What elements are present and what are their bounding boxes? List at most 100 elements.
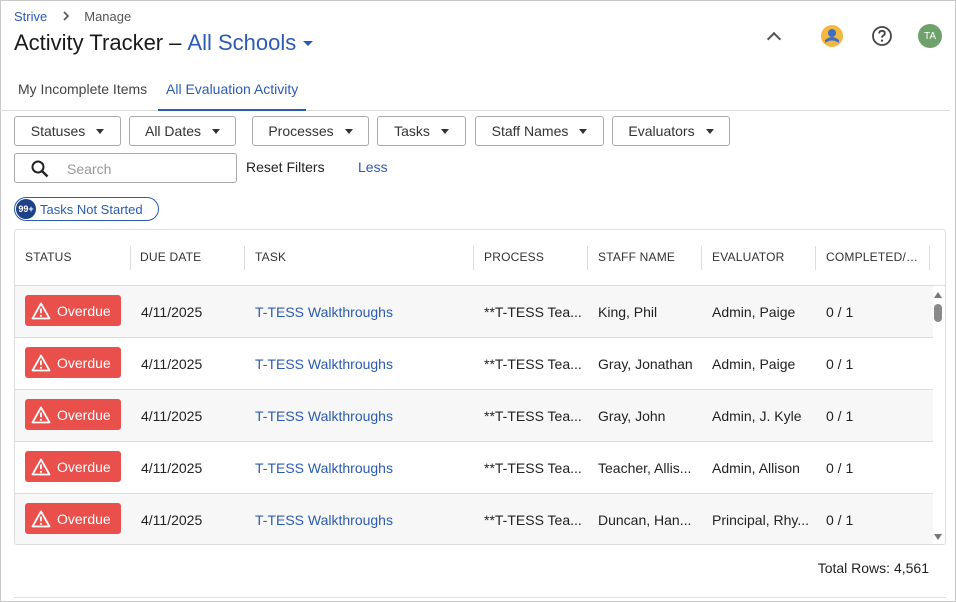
column-divider[interactable]	[244, 246, 245, 270]
caret-down-icon	[212, 128, 221, 134]
evaluator-cell: Principal, Rhy...	[712, 512, 809, 528]
process-cell: **T-TESS Tea...	[484, 512, 582, 528]
column-header-completed[interactable]: COMPLETED/RE...	[826, 230, 926, 286]
task-link[interactable]: T-TESS Walkthroughs	[255, 390, 465, 442]
help-button[interactable]	[868, 22, 896, 50]
table-row[interactable]: Overdue 4/11/2025 T-TESS Walkthroughs **…	[15, 390, 933, 442]
due-date-cell: 4/11/2025	[141, 460, 203, 476]
evaluator-cell: Admin, Allison	[712, 460, 800, 476]
count-badge: 99+	[16, 199, 36, 219]
due-date-cell: 4/11/2025	[141, 304, 203, 320]
breadcrumb-home-link[interactable]: Strive	[14, 9, 47, 24]
breadcrumb: Strive Manage	[14, 9, 131, 24]
scroll-down-arrow-icon[interactable]	[934, 534, 942, 540]
status-badge: Overdue	[25, 399, 121, 430]
status-text: Overdue	[57, 458, 111, 475]
tab-all-evaluation-activity[interactable]: All Evaluation Activity	[158, 72, 307, 111]
filter-label: Tasks	[394, 123, 430, 139]
status-badge: Overdue	[25, 347, 121, 378]
process-cell: **T-TESS Tea...	[484, 460, 582, 476]
warning-icon	[31, 354, 51, 371]
evaluator-cell: Admin, J. Kyle	[712, 408, 802, 424]
process-cell: **T-TESS Tea...	[484, 356, 582, 372]
completed-cell: 0 / 1	[826, 356, 854, 372]
badge-icon	[821, 25, 843, 47]
dates-filter-button[interactable]: All Dates	[129, 116, 236, 146]
staff-names-filter-button[interactable]: Staff Names	[475, 116, 604, 146]
warning-icon	[31, 458, 51, 475]
table-row[interactable]: Overdue 4/11/2025 T-TESS Walkthroughs **…	[15, 494, 933, 544]
status-badge: Overdue	[25, 451, 121, 482]
search-input[interactable]	[67, 159, 227, 179]
staff-name-cell: Gray, John	[598, 408, 666, 424]
column-divider[interactable]	[815, 246, 816, 270]
process-cell: **T-TESS Tea...	[484, 304, 582, 320]
column-divider[interactable]	[130, 246, 131, 270]
scroll-thumb[interactable]	[934, 304, 942, 322]
status-badge: Overdue	[25, 295, 121, 326]
column-divider[interactable]	[587, 246, 588, 270]
staff-name-cell: King, Phil	[598, 304, 658, 320]
column-header-due-date[interactable]: DUE DATE	[140, 230, 240, 286]
column-header-evaluator[interactable]: EVALUATOR	[712, 230, 812, 286]
table-row[interactable]: Overdue 4/11/2025 T-TESS Walkthroughs **…	[15, 338, 933, 390]
tab-my-incomplete-items[interactable]: My Incomplete Items	[10, 72, 155, 111]
filter-label: Evaluators	[628, 123, 695, 139]
caret-down-icon[interactable]	[303, 41, 314, 46]
breadcrumb-current: Manage	[84, 9, 132, 24]
table-row[interactable]: Overdue 4/11/2025 T-TESS Walkthroughs **…	[15, 286, 933, 338]
table-header: STATUS DUE DATE TASK PROCESS STAFF NAME …	[15, 230, 945, 286]
title-dash: –	[169, 30, 182, 55]
chevron-right-icon	[63, 9, 70, 24]
process-cell: **T-TESS Tea...	[484, 408, 582, 424]
column-divider[interactable]	[701, 246, 702, 270]
page-title-text: Activity Tracker	[14, 30, 164, 55]
status-text: Overdue	[57, 302, 111, 319]
evaluators-filter-button[interactable]: Evaluators	[612, 116, 730, 146]
page-title: Activity Tracker – All Schools	[14, 30, 314, 56]
status-text: Overdue	[57, 406, 111, 423]
filter-label: Staff Names	[491, 123, 569, 139]
statuses-filter-button[interactable]: Statuses	[14, 116, 121, 146]
task-link[interactable]: T-TESS Walkthroughs	[255, 286, 465, 338]
avatar: TA	[918, 24, 942, 48]
processes-filter-button[interactable]: Processes	[252, 116, 369, 146]
caret-down-icon	[705, 128, 714, 134]
status-text: Overdue	[57, 354, 111, 371]
total-rows-count: Total Rows: 4,561	[817, 560, 929, 576]
column-divider[interactable]	[929, 246, 930, 270]
column-divider[interactable]	[473, 246, 474, 270]
chevron-up-icon	[766, 31, 782, 47]
staff-name-cell: Teacher, Allis...	[598, 460, 692, 476]
warning-icon	[31, 510, 51, 527]
task-link[interactable]: T-TESS Walkthroughs	[255, 442, 465, 494]
status-text: Overdue	[57, 510, 111, 527]
completed-cell: 0 / 1	[826, 304, 854, 320]
activity-table: STATUS DUE DATE TASK PROCESS STAFF NAME …	[14, 229, 946, 545]
task-link[interactable]: T-TESS Walkthroughs	[255, 494, 465, 544]
reset-filters-button[interactable]: Reset Filters	[246, 159, 325, 175]
collapse-button[interactable]	[760, 22, 788, 50]
task-link[interactable]: T-TESS Walkthroughs	[255, 338, 465, 390]
school-selector[interactable]: All Schools	[187, 30, 296, 56]
completed-cell: 0 / 1	[826, 460, 854, 476]
tasks-not-started-chip[interactable]: 99+ Tasks Not Started	[14, 197, 159, 221]
warning-icon	[31, 302, 51, 319]
column-header-staff-name[interactable]: STAFF NAME	[598, 230, 698, 286]
table-body: Overdue 4/11/2025 T-TESS Walkthroughs **…	[15, 286, 933, 544]
column-header-process[interactable]: PROCESS	[484, 230, 584, 286]
tasks-filter-button[interactable]: Tasks	[377, 116, 466, 146]
scroll-up-arrow-icon[interactable]	[934, 292, 942, 298]
table-scrollbar[interactable]	[931, 286, 945, 544]
table-row[interactable]: Overdue 4/11/2025 T-TESS Walkthroughs **…	[15, 442, 933, 494]
due-date-cell: 4/11/2025	[141, 512, 203, 528]
column-header-task[interactable]: TASK	[255, 230, 465, 286]
rewards-button[interactable]	[818, 22, 846, 50]
caret-down-icon	[96, 128, 105, 134]
evaluator-cell: Admin, Paige	[712, 356, 796, 372]
user-menu-button[interactable]: TA	[916, 22, 944, 50]
column-header-status[interactable]: STATUS	[25, 230, 125, 286]
less-filters-link[interactable]: Less	[358, 159, 388, 175]
filter-label: Statuses	[30, 123, 86, 139]
staff-name-cell: Duncan, Han...	[598, 512, 692, 528]
